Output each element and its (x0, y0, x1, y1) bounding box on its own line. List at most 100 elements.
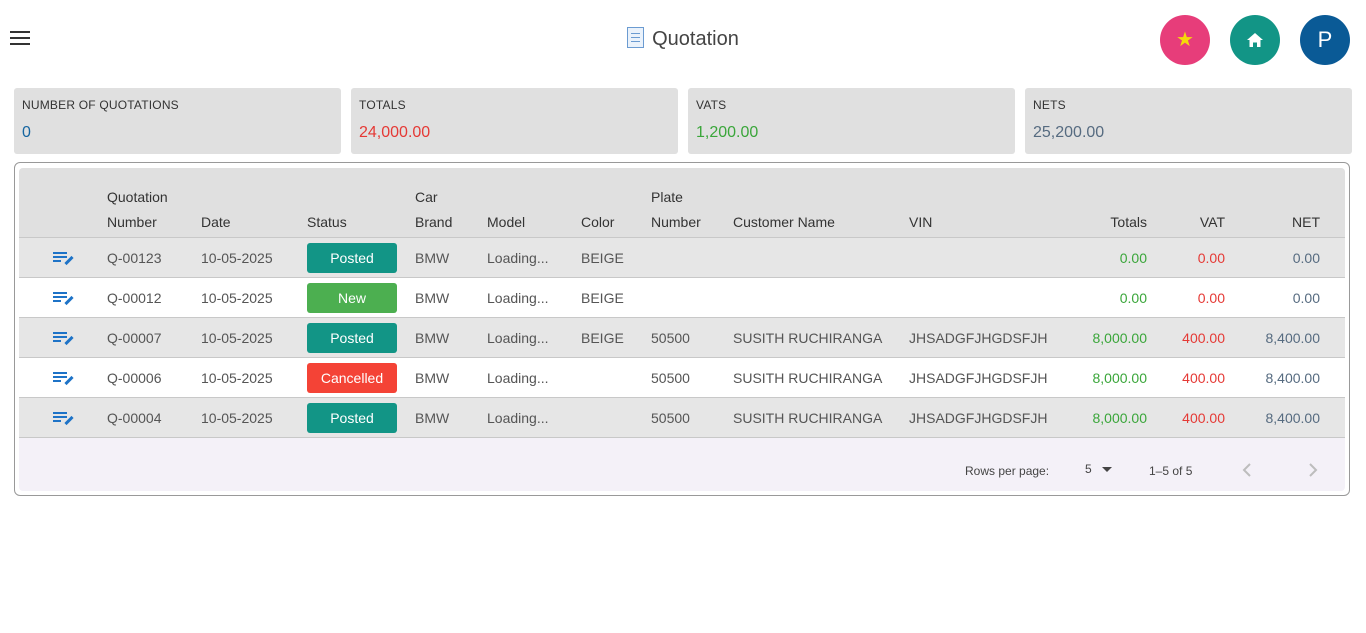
cell-quotation-number: Q-00012 (107, 277, 201, 318)
previous-page-button[interactable] (1235, 458, 1259, 482)
star-icon: ★ (1176, 29, 1194, 51)
edit-icon[interactable] (53, 410, 74, 426)
edit-icon[interactable] (53, 370, 74, 386)
status-badge[interactable]: New (307, 282, 397, 313)
cell-vat: 0.00 (1174, 237, 1252, 278)
cell-net: 0.00 (1252, 237, 1345, 278)
col-date[interactable]: Date (201, 168, 307, 238)
cell-model: Loading... (487, 397, 581, 438)
col-color[interactable]: Color (581, 168, 651, 238)
cell-car-brand: BMW (415, 397, 487, 438)
col-customer-name[interactable]: Customer Name (733, 168, 909, 238)
table-pagination: Rows per page: 5 1–5 of 5 (19, 440, 1345, 491)
cell-vin (909, 237, 1067, 278)
col-net[interactable]: NET (1252, 168, 1345, 238)
cell-date: 10-05-2025 (201, 237, 307, 278)
cell-customer-name: SUSITH RUCHIRANGA (733, 357, 909, 398)
col-vin[interactable]: VIN (909, 168, 1067, 238)
card-value: 1,200.00 (696, 124, 759, 141)
card-nets: NETS 25,200.00 (1025, 88, 1352, 154)
cell-vat: 400.00 (1174, 397, 1252, 438)
card-number-of-quotations: NUMBER OF QUOTATIONS 0 (14, 88, 341, 154)
favorites-button[interactable]: ★ (1160, 15, 1210, 65)
quotations-table-container: Quotation Number Date Status Car Brand Mod… (14, 162, 1350, 496)
chevron-left-icon (1242, 463, 1251, 477)
cell-totals: 8,000.00 (1067, 397, 1174, 438)
home-icon (1247, 33, 1263, 47)
edit-icon[interactable] (53, 330, 74, 346)
cell-vin: JHSADGFJHGDSFJH (909, 317, 1067, 358)
cell-totals: 0.00 (1067, 277, 1174, 318)
card-totals: TOTALS 24,000.00 (351, 88, 678, 154)
col-car-brand[interactable]: Car Brand (415, 168, 487, 238)
cell-color: BEIGE (581, 317, 651, 358)
status-badge[interactable]: Cancelled (307, 362, 397, 393)
page-title-text: Quotation (652, 28, 739, 50)
cell-date: 10-05-2025 (201, 397, 307, 438)
card-label: NUMBER OF QUOTATIONS (22, 98, 179, 112)
document-icon (627, 27, 645, 48)
cell-plate-number: 50500 (651, 317, 733, 358)
cell-car-brand: BMW (415, 277, 487, 318)
avatar[interactable]: P (1300, 15, 1350, 65)
cell-color: BEIGE (581, 237, 651, 278)
card-value: 25,200.00 (1033, 124, 1105, 141)
card-label: TOTALS (359, 98, 406, 112)
cell-color (581, 357, 651, 398)
cell-date: 10-05-2025 (201, 277, 307, 318)
cell-net: 8,400.00 (1252, 317, 1345, 358)
table-row: Q-00123 10-05-2025 Posted BMW Loading...… (19, 237, 1345, 278)
quotations-table: Quotation Number Date Status Car Brand Mod… (19, 168, 1345, 438)
rows-per-page-select[interactable]: 5 (1085, 462, 1112, 476)
cell-vin (909, 277, 1067, 318)
card-vats: VATS 1,200.00 (688, 88, 1015, 154)
edit-icon[interactable] (53, 290, 74, 306)
cell-car-brand: BMW (415, 237, 487, 278)
cell-vin: JHSADGFJHGDSFJH (909, 357, 1067, 398)
cell-plate-number (651, 237, 733, 278)
edit-icon[interactable] (53, 250, 74, 266)
cell-model: Loading... (487, 277, 581, 318)
avatar-letter: P (1317, 27, 1333, 52)
table-row: Q-00012 10-05-2025 New BMW Loading... BE… (19, 277, 1345, 318)
status-badge[interactable]: Posted (307, 402, 397, 433)
card-value: 0 (22, 124, 31, 141)
cell-model: Loading... (487, 237, 581, 278)
col-actions (19, 168, 107, 238)
col-plate-number[interactable]: Plate Number (651, 168, 733, 238)
cell-quotation-number: Q-00123 (107, 237, 201, 278)
col-vat[interactable]: VAT (1174, 168, 1252, 238)
cell-date: 10-05-2025 (201, 357, 307, 398)
cell-vat: 0.00 (1174, 277, 1252, 318)
col-totals[interactable]: Totals (1067, 168, 1174, 238)
summary-cards: NUMBER OF QUOTATIONS 0 TOTALS 24,000.00 … (14, 88, 1352, 154)
pagination-range: 1–5 of 5 (1149, 464, 1193, 478)
cell-quotation-number: Q-00007 (107, 317, 201, 358)
cell-totals: 8,000.00 (1067, 317, 1174, 358)
col-quotation-number[interactable]: Quotation Number (107, 168, 201, 238)
cell-car-brand: BMW (415, 317, 487, 358)
cell-vat: 400.00 (1174, 317, 1252, 358)
cell-vat: 400.00 (1174, 357, 1252, 398)
status-badge[interactable]: Posted (307, 322, 397, 353)
cell-customer-name: SUSITH RUCHIRANGA (733, 317, 909, 358)
cell-net: 8,400.00 (1252, 357, 1345, 398)
cell-customer-name (733, 237, 909, 278)
cell-totals: 0.00 (1067, 237, 1174, 278)
rows-per-page-label: Rows per page: (965, 464, 1050, 478)
status-badge[interactable]: Posted (307, 242, 397, 273)
next-page-button[interactable] (1301, 458, 1325, 482)
card-label: NETS (1033, 98, 1066, 112)
cell-date: 10-05-2025 (201, 317, 307, 358)
card-label: VATS (696, 98, 727, 112)
cell-car-brand: BMW (415, 357, 487, 398)
table-row: Q-00004 10-05-2025 Posted BMW Loading...… (19, 397, 1345, 438)
chevron-right-icon (1309, 463, 1318, 477)
col-status[interactable]: Status (307, 168, 415, 238)
home-button[interactable] (1230, 15, 1280, 65)
cell-quotation-number: Q-00006 (107, 357, 201, 398)
card-value: 24,000.00 (359, 124, 431, 141)
col-model[interactable]: Model (487, 168, 581, 238)
cell-totals: 8,000.00 (1067, 357, 1174, 398)
cell-vin: JHSADGFJHGDSFJH (909, 397, 1067, 438)
